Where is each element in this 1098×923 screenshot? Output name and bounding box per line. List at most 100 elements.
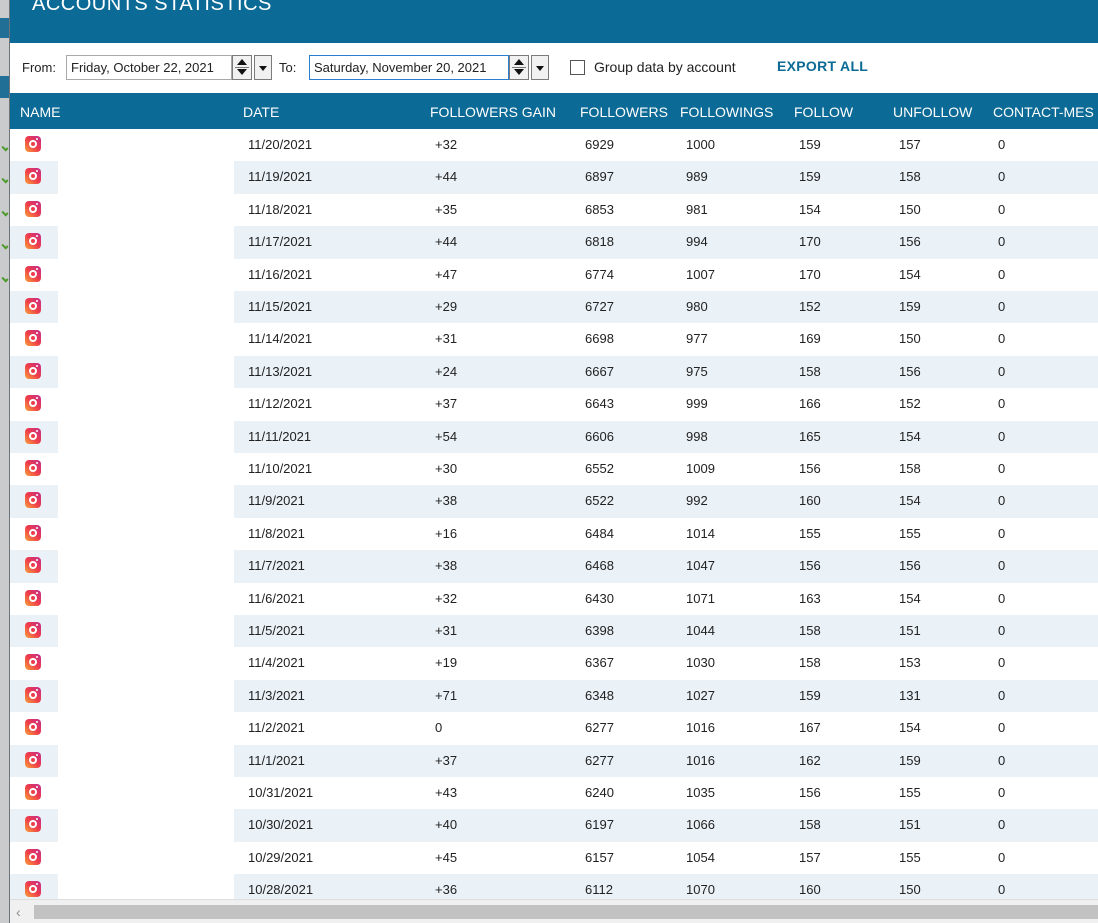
chevron-down-icon xyxy=(259,66,267,71)
cell-unfollow: 159 xyxy=(899,299,921,314)
group-by-account-label[interactable]: Group data by account xyxy=(594,59,736,75)
cell-followings: 1007 xyxy=(686,266,715,282)
cell-contact: 0 xyxy=(998,299,1006,314)
cell-gain: +47 xyxy=(435,266,458,282)
name-column-mask xyxy=(58,130,234,910)
scroll-left-icon[interactable]: ‹ xyxy=(16,904,21,920)
cell-follow: 154 xyxy=(799,201,821,217)
cell-followers: 6112 xyxy=(585,882,613,898)
instagram-icon xyxy=(25,589,41,606)
cell-followers: 6277 xyxy=(585,752,614,768)
cell-followers: 6240 xyxy=(585,785,614,800)
cell-contact: 0 xyxy=(998,493,1006,509)
cell-follow: 165 xyxy=(799,428,821,444)
horizontal-scrollbar[interactable]: ‹ xyxy=(10,899,1098,923)
to-date-dropdown[interactable] xyxy=(531,55,549,80)
cell-date: 11/8/2021 xyxy=(248,525,305,541)
column-header-unfollow[interactable]: UNFOLLOW xyxy=(893,104,972,120)
column-header-follow[interactable]: FOLLOW xyxy=(794,104,853,120)
to-date-picker[interactable]: Saturday, November 20, 2021 xyxy=(309,55,509,80)
column-header-date[interactable]: DATE xyxy=(243,104,279,120)
cell-follow: 157 xyxy=(799,849,821,865)
from-date-picker[interactable]: Friday, October 22, 2021 xyxy=(66,55,232,80)
from-label: From: xyxy=(22,60,56,75)
to-label: To: xyxy=(279,60,297,75)
cell-unfollow: 154 xyxy=(899,493,921,509)
column-header-followings[interactable]: FOLLOWINGS xyxy=(680,104,773,120)
cell-gain: +32 xyxy=(435,590,458,606)
to-date-value: Saturday, November 20, 2021 xyxy=(314,60,487,75)
cell-date: 11/10/2021 xyxy=(248,461,313,476)
instagram-icon xyxy=(25,784,41,800)
instagram-icon xyxy=(25,168,41,185)
cell-contact: 0 xyxy=(998,428,1006,444)
cell-followings: 1009 xyxy=(686,461,715,476)
cell-date: 11/20/2021 xyxy=(248,137,313,152)
cell-date: 11/3/2021 xyxy=(248,687,305,703)
cell-followings: 1016 xyxy=(686,720,715,736)
cell-followers: 6853 xyxy=(585,201,614,217)
window-title: ACCOUNTS STATISTICS xyxy=(32,0,272,15)
cell-gain: +32 xyxy=(435,137,458,152)
cell-followings: 1070 xyxy=(686,882,715,898)
background-block xyxy=(0,76,9,98)
cell-followers: 6398 xyxy=(585,623,614,638)
column-header-followers-gain[interactable]: FOLLOWERS GAIN xyxy=(430,104,556,120)
instagram-icon xyxy=(25,751,41,768)
arrow-up-icon[interactable] xyxy=(514,59,524,65)
cell-unfollow: 153 xyxy=(899,655,921,671)
arrow-up-icon[interactable] xyxy=(237,59,247,65)
cell-date: 10/28/2021 xyxy=(248,882,314,898)
cell-followers: 6468 xyxy=(585,558,614,574)
cell-unfollow: 151 xyxy=(899,817,921,833)
cell-followers: 6484 xyxy=(585,525,614,541)
accounts-statistics-window: ACCOUNTS STATISTICS From: Friday, Octobe… xyxy=(10,0,1098,923)
cell-followers: 6430 xyxy=(585,590,614,606)
arrow-down-icon[interactable] xyxy=(514,69,524,75)
cell-date: 10/30/2021 xyxy=(248,817,314,833)
check-icon xyxy=(1,144,9,152)
column-header-contact-messages[interactable]: CONTACT-MES xyxy=(993,104,1094,120)
cell-followings: 1044 xyxy=(686,623,715,638)
cell-followers: 6522 xyxy=(585,493,614,509)
group-by-account-checkbox[interactable] xyxy=(570,60,585,75)
check-icon xyxy=(1,209,9,217)
cell-gain: +30 xyxy=(435,461,458,476)
instagram-icon xyxy=(25,816,41,833)
cell-contact: 0 xyxy=(998,169,1006,185)
export-all-button[interactable]: EXPORT ALL xyxy=(777,58,868,74)
cell-follow: 155 xyxy=(799,525,821,541)
from-date-spinner[interactable] xyxy=(232,55,252,80)
cell-gain: +40 xyxy=(435,817,458,833)
instagram-icon xyxy=(25,881,41,898)
cell-gain: +37 xyxy=(435,752,458,768)
cell-gain: 0 xyxy=(435,720,443,736)
cell-follow: 152 xyxy=(799,299,821,314)
cell-contact: 0 xyxy=(998,525,1006,541)
cell-gain: +24 xyxy=(435,363,458,379)
cell-follow: 159 xyxy=(799,137,821,152)
arrow-down-icon[interactable] xyxy=(237,69,247,75)
cell-date: 11/18/2021 xyxy=(248,201,313,217)
cell-followers: 6897 xyxy=(585,169,614,185)
cell-gain: +16 xyxy=(435,525,458,541)
cell-followings: 975 xyxy=(686,363,708,379)
scrollbar-thumb[interactable] xyxy=(34,905,1098,919)
to-date-spinner[interactable] xyxy=(509,55,529,80)
from-date-dropdown[interactable] xyxy=(254,55,272,80)
cell-contact: 0 xyxy=(998,785,1006,800)
instagram-icon xyxy=(25,654,41,671)
instagram-icon xyxy=(25,233,41,250)
column-header-followers[interactable]: FOLLOWERS xyxy=(580,104,668,120)
cell-gain: +31 xyxy=(435,331,458,347)
cell-follow: 158 xyxy=(799,623,821,638)
cell-followers: 6698 xyxy=(585,331,614,347)
column-header-name[interactable]: NAME xyxy=(20,104,60,120)
cell-gain: +44 xyxy=(435,234,458,250)
cell-date: 11/16/2021 xyxy=(248,266,313,282)
cell-unfollow: 154 xyxy=(899,428,921,444)
cell-gain: +35 xyxy=(435,201,458,217)
instagram-icon xyxy=(25,460,41,476)
cell-followings: 989 xyxy=(686,169,708,185)
cell-date: 11/14/2021 xyxy=(248,331,313,347)
